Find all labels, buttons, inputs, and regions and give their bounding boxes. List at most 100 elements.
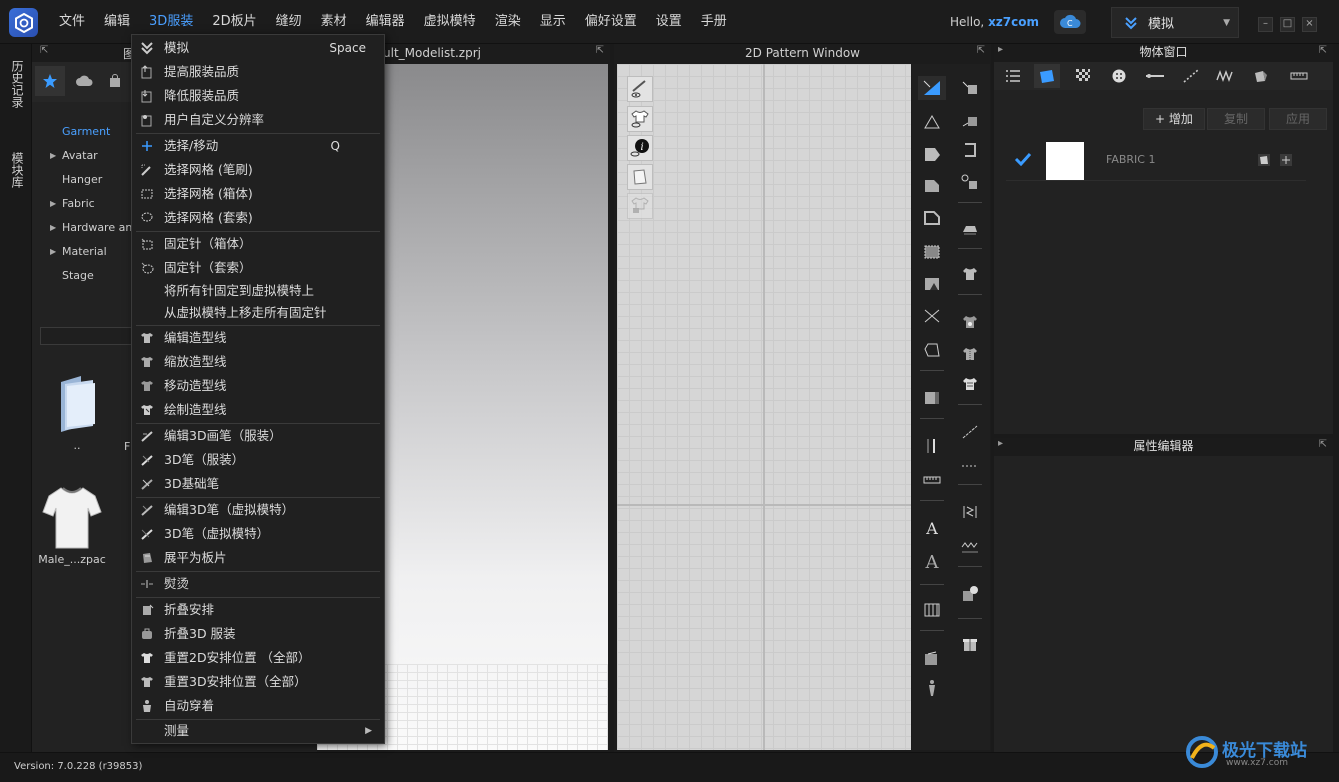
tab-texture[interactable] xyxy=(1070,64,1096,88)
expand-arrow-icon[interactable]: ▶ xyxy=(50,216,56,240)
menu-item-custom-resolution[interactable]: 用户自定义分辨率 xyxy=(132,108,384,132)
menu-edit[interactable]: 编辑 xyxy=(97,11,137,33)
tree-item-avatar[interactable]: ▶ Avatar xyxy=(42,144,139,168)
tab-trims[interactable] xyxy=(1248,64,1274,88)
internal-polygon-tool-icon[interactable] xyxy=(918,206,946,230)
menu-item-simulate[interactable]: 模拟 Space xyxy=(132,36,384,60)
menu-item-measure[interactable]: 测量 ▶ xyxy=(132,719,384,743)
menu-settings[interactable]: 设置 xyxy=(649,11,689,33)
collapse-arrow-icon[interactable]: ▸ xyxy=(998,44,1003,55)
expand-arrow-icon[interactable]: ▶ xyxy=(50,192,56,216)
free-sewing-tool-icon[interactable] xyxy=(956,108,984,132)
menu-item-fold-arrange[interactable]: 折叠安排 xyxy=(132,598,384,622)
grading-tool-icon[interactable] xyxy=(918,598,946,622)
expand-arrow-icon[interactable]: ▶ xyxy=(50,144,56,168)
tab-measure[interactable] xyxy=(1286,64,1312,88)
apply-button[interactable]: 应用 xyxy=(1269,108,1327,130)
show-garment-toggle[interactable] xyxy=(627,106,653,132)
segment-sewing-tool-icon[interactable] xyxy=(956,76,984,100)
transform-pattern-tool-icon[interactable] xyxy=(918,76,946,100)
internal-rect-tool-icon[interactable] xyxy=(918,240,946,264)
tab-buttonhole[interactable] xyxy=(1142,64,1168,88)
show-pattern-toggle[interactable] xyxy=(627,164,653,190)
show-lines-toggle[interactable] xyxy=(627,76,653,102)
undock-icon[interactable]: ⇱ xyxy=(40,45,48,56)
menu-3d-garment[interactable]: 3D服装 xyxy=(142,11,200,33)
tab-modules[interactable]: 模块库 xyxy=(6,152,26,188)
undock-3d-icon[interactable]: ⇱ xyxy=(596,45,604,56)
tab-favorites[interactable] xyxy=(35,66,65,96)
rectangle-tool-icon[interactable] xyxy=(918,174,946,198)
tree-item-hardware[interactable]: ▶ Hardware and xyxy=(42,216,139,240)
menu-item-pin-lasso[interactable]: 固定针（套索） xyxy=(132,256,384,280)
tab-puckering[interactable] xyxy=(1212,64,1238,88)
username[interactable]: xz7com xyxy=(988,15,1039,29)
fold-pattern-tool-icon[interactable] xyxy=(918,386,946,410)
menu-item-3d-basic-pen[interactable]: 3D基础笔 xyxy=(132,472,384,496)
tree-item-hanger[interactable]: Hanger xyxy=(42,168,139,192)
2d-canvas[interactable]: i xyxy=(617,64,911,750)
text-tool-icon[interactable]: A xyxy=(918,516,946,540)
shirring-tool-icon[interactable] xyxy=(956,536,984,560)
menu-item-flatten[interactable]: 展平为板片 xyxy=(132,546,384,570)
tab-button[interactable] xyxy=(1106,64,1132,88)
tab-cloud[interactable] xyxy=(69,66,99,96)
baseline-tool-icon[interactable] xyxy=(956,454,984,478)
dart-tool-icon[interactable] xyxy=(918,272,946,296)
cloud-button[interactable]: C xyxy=(1054,10,1086,34)
menu-item-auto-dress[interactable]: 自动穿着 xyxy=(132,694,384,718)
menu-avatar[interactable]: 虚拟模特 xyxy=(417,11,483,33)
tab-fabric[interactable] xyxy=(1034,64,1060,88)
tab-topstitch[interactable] xyxy=(1178,64,1204,88)
m-n-sewing-tool-icon[interactable] xyxy=(956,138,984,162)
tree-item-material[interactable]: ▶ Material xyxy=(42,240,139,264)
elastic-tool-icon[interactable] xyxy=(956,500,984,524)
close-button[interactable]: × xyxy=(1302,17,1317,32)
menu-item-select-move[interactable]: 选择/移动 Q xyxy=(132,134,384,158)
button-tool-icon[interactable] xyxy=(956,310,984,334)
graphic-tool-icon[interactable] xyxy=(918,646,946,670)
minimize-button[interactable]: – xyxy=(1258,17,1273,32)
menu-item-edit-3d-pen-avatar[interactable]: 编辑3D笔（虚拟模特） xyxy=(132,498,384,522)
ruler-tool-icon[interactable] xyxy=(918,434,946,458)
menu-item-draw-style-line[interactable]: 绘制造型线 xyxy=(132,398,384,422)
menu-item-select-mesh-lasso[interactable]: 选择网格 (套索) xyxy=(132,206,384,230)
slash-spread-tool-icon[interactable] xyxy=(918,338,946,362)
menu-display[interactable]: 显示 xyxy=(533,11,573,33)
menu-manual[interactable]: 手册 xyxy=(694,11,734,33)
menu-item-remove-all-pins[interactable]: 从虚拟模特上移走所有固定针 xyxy=(132,301,384,325)
tree-item-fabric[interactable]: ▶ Fabric xyxy=(42,192,139,216)
fabric-list-item[interactable]: FABRIC 1 xyxy=(1006,139,1306,181)
fabric-add-icon[interactable] xyxy=(1280,154,1292,166)
gift-tool-icon[interactable] xyxy=(956,632,984,656)
add-button[interactable]: + 增加 xyxy=(1143,108,1205,130)
tab-history[interactable]: 历史记录 xyxy=(6,60,26,108)
polygon-tool-icon[interactable] xyxy=(918,142,946,166)
measure-tool-icon[interactable] xyxy=(918,468,946,492)
check-sewing-tool-icon[interactable] xyxy=(956,170,984,194)
menu-item-scale-style-line[interactable]: 缩放造型线 xyxy=(132,350,384,374)
menu-item-quality-up[interactable]: 提高服装品质 xyxy=(132,60,384,84)
menu-item-fold-3d-garment[interactable]: 折叠3D 服装 xyxy=(132,622,384,646)
zipper-tool-icon[interactable] xyxy=(956,342,984,366)
line-tool-icon[interactable] xyxy=(956,420,984,444)
fabric-apply-icon[interactable] xyxy=(1258,154,1270,166)
menu-item-select-mesh-brush[interactable]: 选择网格 (笔刷) xyxy=(132,158,384,182)
menu-item-steam[interactable]: 熨烫 xyxy=(132,572,384,596)
menu-item-reset-3d-arrangement[interactable]: 重置3D安排位置（全部） xyxy=(132,670,384,694)
collapse-arrow-icon[interactable]: ▸ xyxy=(998,438,1003,449)
menu-item-reset-2d-arrangement[interactable]: 重置2D安排位置 （全部） xyxy=(132,646,384,670)
menu-item-select-mesh-box[interactable]: 选择网格 (箱体) xyxy=(132,182,384,206)
tree-item-stage[interactable]: Stage xyxy=(42,264,139,288)
menu-item-quality-down[interactable]: 降低服装品质 xyxy=(132,84,384,108)
menu-item-edit-3d-brush[interactable]: 编辑3D画笔（服装） xyxy=(132,424,384,448)
menu-item-3d-pen-garment[interactable]: 3D笔（服装） xyxy=(132,448,384,472)
menu-item-edit-style-line[interactable]: 编辑造型线 xyxy=(132,326,384,350)
expand-arrow-icon[interactable]: ▶ xyxy=(50,240,56,264)
file-item-male-zpac[interactable]: Male_...zpac xyxy=(32,484,112,566)
undock-object-icon[interactable]: ⇱ xyxy=(1319,45,1327,56)
steam-tool-icon[interactable] xyxy=(956,216,984,240)
tab-list[interactable] xyxy=(1000,64,1026,88)
simulation-mode-select[interactable]: 模拟 ▼ xyxy=(1111,7,1239,38)
menu-file[interactable]: 文件 xyxy=(52,11,92,33)
